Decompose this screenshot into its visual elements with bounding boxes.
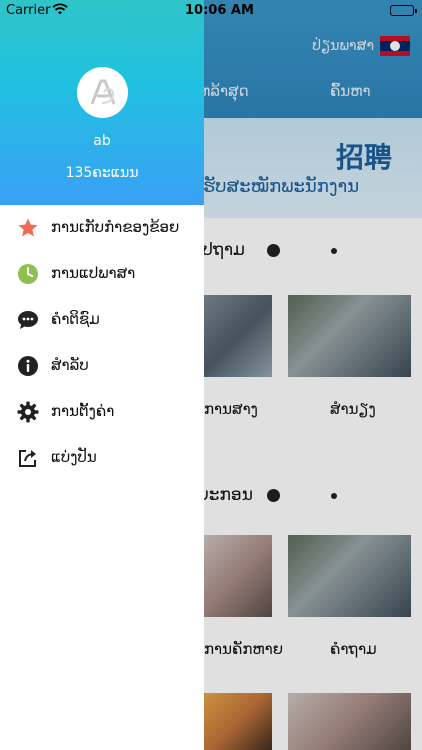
menu-label: ການຕັ້ງຄ່າ — [51, 402, 115, 420]
gear-icon — [17, 401, 39, 423]
user-avatar-icon — [90, 79, 115, 105]
menu-label: ແບ່ງປັນ — [51, 448, 97, 466]
menu-label: ສຳລັບ — [51, 356, 89, 374]
clock-time: 10:06 AM — [185, 3, 254, 18]
menu-label: ການແປພາສາ — [51, 264, 136, 282]
avatar[interactable] — [77, 67, 128, 118]
info-icon — [17, 355, 39, 377]
user-name: ab — [93, 133, 111, 149]
menu-label: ການເກັບກຳຂອງຂ້ອຍ — [51, 218, 180, 236]
menu-item-favorites[interactable]: ການເກັບກຳຂອງຂ້ອຍ — [0, 205, 204, 251]
menu-item-share[interactable]: ແບ່ງປັນ — [0, 435, 204, 481]
carrier-label: Carrier — [6, 3, 51, 18]
drawer-menu: ການເກັບກຳຂອງຂ້ອຍ ການແປພາສາ ຄຳຕິຊົມ ສຳລັບ — [0, 205, 204, 481]
menu-item-about[interactable]: ສຳລັບ — [0, 343, 204, 389]
menu-item-feedback[interactable]: ຄຳຕິຊົມ — [0, 297, 204, 343]
chat-icon — [17, 309, 39, 331]
menu-item-translation[interactable]: ການແປພາສາ — [0, 251, 204, 297]
menu-label: ຄຳຕິຊົມ — [51, 310, 100, 328]
side-drawer: ab 135ຄະແນນ ການເກັບກຳຂອງຂ້ອຍ ການແປພາສາ ຄ… — [0, 0, 204, 750]
star-icon — [17, 217, 39, 239]
battery-icon — [390, 5, 417, 16]
clock-icon — [17, 263, 39, 285]
user-points: 135ຄະແນນ — [65, 165, 139, 181]
status-bar: Carrier 10:06 AM — [0, 0, 422, 22]
wifi-icon — [52, 2, 68, 20]
drawer-header: ab 135ຄະແນນ — [0, 0, 204, 205]
share-icon — [17, 447, 39, 469]
menu-item-settings[interactable]: ການຕັ້ງຄ່າ — [0, 389, 204, 435]
